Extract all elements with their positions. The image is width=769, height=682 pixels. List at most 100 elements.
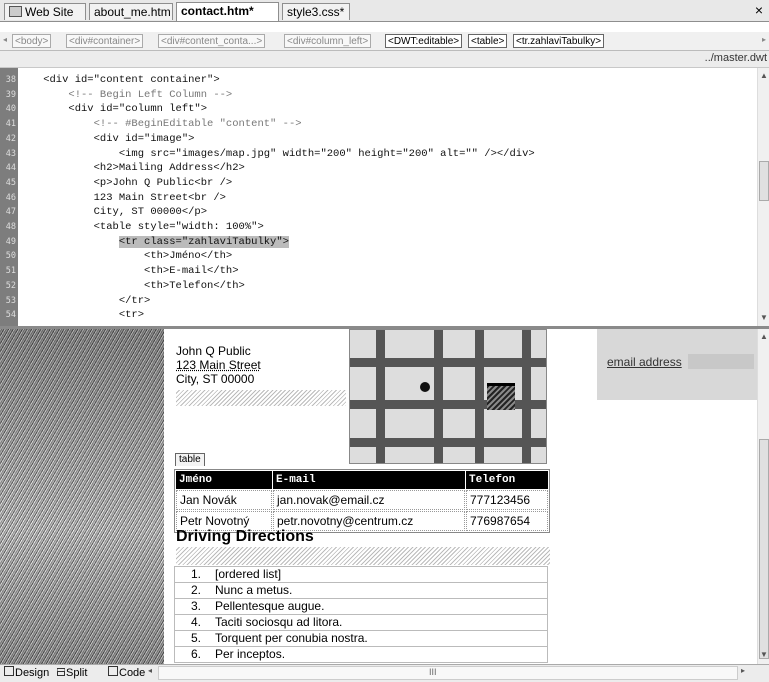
hscroll-left-icon[interactable]: ◂ <box>148 666 152 675</box>
template-path-bar: ../master.dwt <box>0 51 769 68</box>
list-item[interactable]: 1. [ordered list] <box>174 566 548 583</box>
cell-email: jan.novak@email.cz <box>273 490 465 510</box>
column-gap <box>164 329 174 664</box>
col-email: E-mail <box>273 471 465 489</box>
view-switcher-bar: Design Split Code ◂ III ▸ <box>0 664 769 682</box>
line-number: 45 <box>5 177 16 188</box>
tab-style3-css[interactable]: style3.css* <box>282 3 350 20</box>
list-item[interactable]: 6. Per inceptos. <box>174 647 548 663</box>
design-scroll-thumb[interactable] <box>759 439 769 659</box>
code-line[interactable]: <tr> <box>18 309 144 322</box>
tab-web-site[interactable]: Web Site <box>4 3 86 20</box>
code-line[interactable]: 123 Main Street<br /> <box>18 192 226 205</box>
code-line[interactable]: <!-- #BeginEditable "content" --> <box>18 118 302 131</box>
tag-dwt-editable[interactable]: <DWT:editable> <box>385 34 463 48</box>
code-line[interactable]: <th>E-mail</th> <box>18 265 239 278</box>
scroll-left-icon[interactable]: ◂ <box>3 35 7 44</box>
tag-selector-bar: ◂ <body> <div#container> <div#content_co… <box>0 32 769 51</box>
code-view-button[interactable]: Code <box>108 666 145 680</box>
line-number: 42 <box>5 133 16 144</box>
code-editor[interactable]: <div id="content container"> <!-- Begin … <box>18 68 757 326</box>
map-road <box>434 330 443 463</box>
scroll-right-icon[interactable]: ▸ <box>762 35 766 44</box>
address-city: City, ST 00000 <box>176 372 255 386</box>
driving-directions-heading: Driving Directions <box>176 528 314 545</box>
tag-div-container[interactable]: <div#container> <box>66 34 144 48</box>
address-street: 123 Main Street <box>176 358 261 372</box>
scroll-down-icon[interactable]: ▼ <box>760 650 768 659</box>
split-icon <box>57 668 65 676</box>
line-number: 41 <box>5 119 16 130</box>
cell-phone: 777123456 <box>466 490 548 510</box>
code-line[interactable]: <tr class="zahlaviTabulky"> <box>18 235 289 249</box>
ordered-list[interactable]: 1. [ordered list] 2. Nunc a metus. 3. Pelle… <box>174 566 548 663</box>
scroll-up-icon[interactable]: ▲ <box>760 71 768 80</box>
code-line[interactable]: <div id="content container"> <box>18 74 219 87</box>
line-number: 43 <box>5 148 16 159</box>
email-field-highlight <box>688 354 754 369</box>
split-view-button[interactable]: Split <box>57 666 87 680</box>
design-view-button[interactable]: Design <box>4 666 49 680</box>
code-line[interactable]: <p>John Q Public<br /> <box>18 177 233 190</box>
scroll-up-icon[interactable]: ▲ <box>760 332 768 341</box>
tab-about-me[interactable]: about_me.htm <box>89 3 173 20</box>
hscroll-right-icon[interactable]: ▸ <box>741 666 745 675</box>
code-line[interactable]: <!-- Begin Left Column --> <box>18 89 232 102</box>
tab-contact[interactable]: contact.htm* <box>176 2 279 21</box>
code-line[interactable]: City, ST 00000</p> <box>18 206 207 219</box>
line-number: 54 <box>5 310 16 321</box>
code-icon <box>108 666 118 676</box>
code-line[interactable]: <div id="image"> <box>18 133 195 146</box>
code-line[interactable]: <img src="images/map.jpg" width="200" he… <box>18 148 535 161</box>
line-number: 51 <box>5 266 16 277</box>
code-line[interactable]: <div id="column left"> <box>18 103 207 116</box>
line-number: 50 <box>5 251 16 262</box>
map-road <box>522 330 531 463</box>
code-line[interactable]: <th>Telefon</th> <box>18 280 245 293</box>
table-row[interactable]: Jan Novák jan.novak@email.cz 777123456 <box>176 490 548 510</box>
design-scrollbar[interactable]: ▲ ▼ <box>757 329 769 664</box>
table-tag-label[interactable]: table <box>175 453 205 466</box>
col-telefon: Telefon <box>466 471 548 489</box>
map-road <box>475 330 484 463</box>
mailing-address: John Q Public 123 Main Street City, ST 0… <box>176 344 261 386</box>
design-view[interactable]: John Q Public 123 Main Street City, ST 0… <box>0 329 757 664</box>
line-number: 39 <box>5 89 16 100</box>
code-line[interactable]: </tr> <box>18 295 151 308</box>
code-line[interactable]: <th>Jméno</th> <box>18 250 232 263</box>
map-road <box>376 330 385 463</box>
line-number: 53 <box>5 295 16 306</box>
line-number: 52 <box>5 280 16 291</box>
email-address-link[interactable]: email address <box>607 355 682 369</box>
document-tab-bar: Web Site about_me.htm contact.htm* style… <box>0 0 769 22</box>
tag-body[interactable]: <body> <box>12 34 52 48</box>
map-image[interactable] <box>349 329 547 464</box>
address-name: John Q Public <box>176 344 251 358</box>
code-scroll-thumb[interactable] <box>759 161 769 201</box>
code-line[interactable]: <table style="width: 100%"> <box>18 221 264 234</box>
line-number: 40 <box>5 104 16 115</box>
location-marker-icon <box>420 382 430 392</box>
list-item[interactable]: 4. Taciti sociosqu ad litora. <box>174 615 548 631</box>
tag-div-column-left[interactable]: <div#column_left> <box>284 34 372 48</box>
list-item[interactable]: 3. Pellentesque augue. <box>174 599 548 615</box>
code-scrollbar[interactable]: ▲ ▼ <box>757 68 769 326</box>
line-number: 46 <box>5 192 16 203</box>
horizontal-scrollbar[interactable]: III <box>158 666 738 680</box>
tag-table[interactable]: <table> <box>468 34 508 48</box>
cell-phone: 776987654 <box>466 511 548 531</box>
tag-tr-zahlavi[interactable]: <tr.zahlaviTabulky> <box>513 34 605 48</box>
contacts-table[interactable]: Jméno E-mail Telefon Jan Novák jan.novak… <box>174 469 550 533</box>
scroll-grip: III <box>429 667 437 677</box>
design-icon <box>4 666 14 676</box>
code-line[interactable]: <h2>Mailing Address</h2> <box>18 162 245 175</box>
col-jmeno: Jméno <box>176 471 272 489</box>
header-photo <box>0 329 166 664</box>
table-header-row[interactable]: Jméno E-mail Telefon <box>176 471 548 489</box>
tag-div-content-container[interactable]: <div#content_conta...> <box>158 34 266 48</box>
scroll-down-icon[interactable]: ▼ <box>760 313 768 322</box>
list-item[interactable]: 2. Nunc a metus. <box>174 583 548 599</box>
line-number: 38 <box>5 75 16 85</box>
list-item[interactable]: 5. Torquent per conubia nostra. <box>174 631 548 647</box>
close-document-button[interactable]: × <box>755 2 763 19</box>
